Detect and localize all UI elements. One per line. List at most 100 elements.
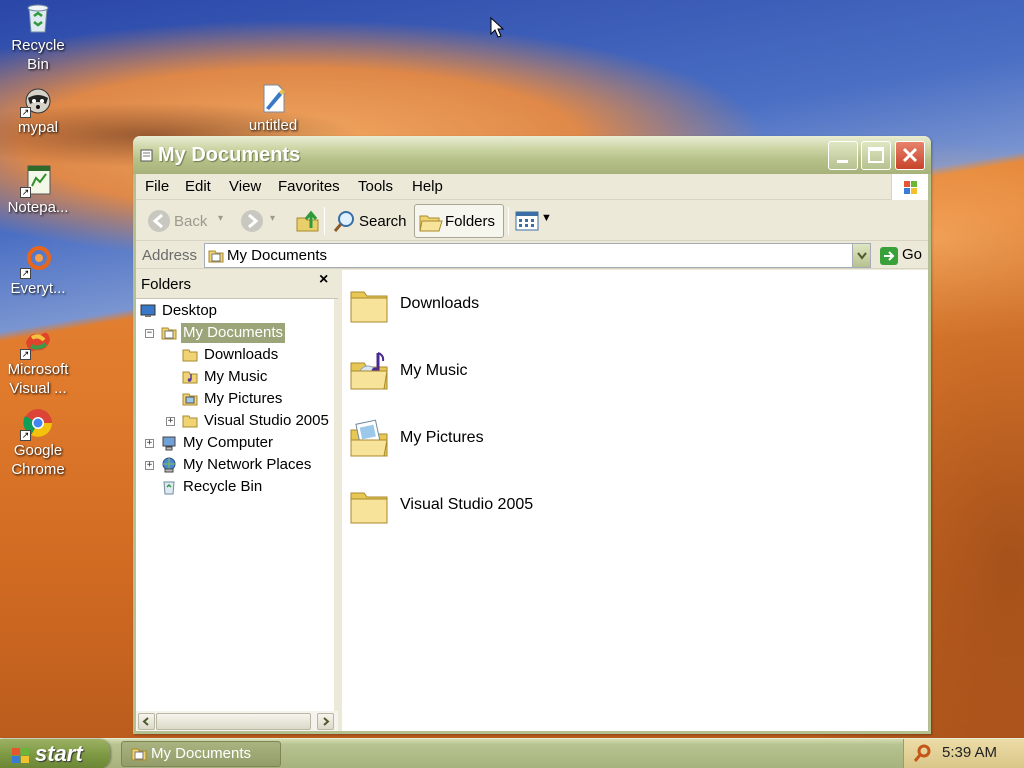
- search-label: Search: [359, 213, 407, 230]
- start-button[interactable]: start: [0, 739, 110, 768]
- address-bar: Address My Documents Go: [136, 242, 928, 269]
- chevron-left-icon: [142, 717, 149, 726]
- expand-toggle[interactable]: +: [166, 417, 175, 426]
- my-documents-icon: [208, 250, 224, 263]
- up-folder-button[interactable]: [294, 206, 322, 236]
- views-dropdown-icon: ▼: [541, 212, 552, 224]
- go-label: Go: [902, 246, 923, 263]
- back-arrow-icon: [148, 210, 170, 232]
- menu-tools[interactable]: Tools: [358, 178, 393, 195]
- taskbar: start My Documents 5:39 AM: [0, 738, 1024, 768]
- go-button[interactable]: Go: [877, 244, 927, 267]
- shortcut-arrow-icon: ↗: [20, 268, 31, 279]
- my-documents-icon: [161, 327, 177, 340]
- desktop-icon-untitled[interactable]: untitled: [235, 82, 311, 135]
- windows-flag-icon: [12, 748, 29, 763]
- menu-file[interactable]: File: [145, 178, 169, 195]
- taskbar-button-my-documents[interactable]: My Documents: [121, 741, 281, 767]
- scrollbar-thumb[interactable]: [156, 713, 311, 730]
- tree-item-my-documents[interactable]: − My Documents: [145, 323, 331, 344]
- window-title: My Documents: [158, 144, 301, 166]
- desktop-icon-everything[interactable]: ↗ Everyt...: [0, 245, 76, 298]
- back-button[interactable]: Back ▾: [144, 207, 224, 235]
- menu-help[interactable]: Help: [412, 178, 443, 195]
- desktop-icon-label: untitled: [248, 117, 298, 134]
- folder-icon: [350, 492, 388, 524]
- scroll-right-button[interactable]: [317, 713, 334, 730]
- title-bar[interactable]: My Documents: [133, 136, 931, 174]
- go-arrow-icon: [880, 247, 898, 265]
- music-folder-icon: [182, 371, 198, 384]
- expand-toggle[interactable]: +: [145, 439, 154, 448]
- maximize-button[interactable]: [861, 141, 891, 170]
- folders-button[interactable]: Folders: [414, 204, 504, 238]
- my-documents-icon: [140, 149, 153, 162]
- address-value: My Documents: [227, 247, 328, 264]
- windows-logo-icon: [891, 174, 928, 200]
- desktop-icon-label: Recycle Bin: [11, 37, 65, 73]
- address-input[interactable]: My Documents: [204, 243, 871, 268]
- views-button[interactable]: ▼: [512, 207, 552, 235]
- content-item-my-pictures[interactable]: My Pictures: [348, 416, 648, 464]
- menu-edit[interactable]: Edit: [185, 178, 211, 195]
- minimize-icon: [837, 160, 848, 163]
- collapse-toggle[interactable]: −: [145, 329, 154, 338]
- content-item-my-music[interactable]: My Music: [348, 349, 648, 397]
- computer-icon: [162, 436, 176, 451]
- search-icon: [333, 211, 354, 232]
- menu-view[interactable]: View: [229, 178, 261, 195]
- tree-item-label: Recycle Bin: [183, 478, 263, 495]
- desktop-icon-google-chrome[interactable]: ↗ Google Chrome: [0, 407, 76, 479]
- recycle-bin-icon: [22, 2, 54, 34]
- paint-document-icon: [257, 82, 289, 114]
- chevron-down-icon: [857, 252, 867, 260]
- desktop-icon-notepad[interactable]: ↗ Notepa...: [0, 164, 76, 217]
- taskbar-button-label: My Documents: [151, 745, 252, 762]
- content-item-label: My Pictures: [400, 429, 484, 446]
- desktop-icon-label: Microsoft Visual ...: [7, 361, 69, 397]
- tree-item-label: Desktop: [162, 302, 218, 319]
- folder-icon: [182, 415, 198, 428]
- tree-item-label: Downloads: [204, 346, 279, 363]
- menu-favorites[interactable]: Favorites: [278, 178, 340, 195]
- visual-studio-icon: ↗: [20, 326, 54, 360]
- tree-item-label: My Documents: [181, 323, 286, 343]
- tree-item-label: My Computer: [183, 434, 274, 451]
- expand-toggle[interactable]: +: [145, 461, 154, 470]
- recycle-bin-icon: [163, 481, 175, 495]
- forward-button[interactable]: ▾: [240, 207, 284, 235]
- back-dropdown-icon: ▾: [218, 213, 224, 224]
- network-icon: [162, 457, 176, 473]
- content-item-label: Visual Studio 2005: [400, 496, 534, 513]
- desktop-icon: [140, 304, 156, 317]
- content-item-downloads[interactable]: Downloads: [348, 282, 648, 330]
- explorer-window: My Documents File Edit View Favorites To…: [133, 136, 931, 734]
- raccoon-icon: ↗: [20, 84, 54, 118]
- address-dropdown-button[interactable]: [852, 244, 870, 267]
- views-icon: [515, 211, 539, 231]
- close-folders-pane-icon[interactable]: ×: [319, 271, 328, 289]
- tree-item-label: My Pictures: [204, 390, 283, 407]
- content-pane: Downloads My Music My Pictures Visual St…: [342, 270, 928, 731]
- close-button[interactable]: [895, 141, 925, 170]
- pictures-folder-icon: [182, 393, 198, 406]
- desktop-icon-mypal[interactable]: ↗ mypal: [0, 84, 76, 137]
- start-label: start: [35, 741, 83, 766]
- system-tray: 5:39 AM: [903, 739, 1024, 768]
- minimize-button[interactable]: [828, 141, 858, 170]
- horizontal-scrollbar[interactable]: [136, 711, 338, 731]
- tree-item-label: Visual Studio 2005: [204, 412, 329, 429]
- content-item-label: Downloads: [400, 295, 480, 312]
- desktop-icon-visual-studio[interactable]: ↗ Microsoft Visual ...: [0, 326, 76, 398]
- clock: 5:39 AM: [942, 744, 998, 761]
- search-tray-icon[interactable]: [912, 743, 932, 763]
- shortcut-arrow-icon: ↗: [20, 187, 31, 198]
- forward-dropdown-icon: ▾: [270, 213, 276, 224]
- music-folder-icon: [350, 352, 388, 390]
- desktop-icon-recycle-bin[interactable]: Recycle Bin: [0, 2, 76, 74]
- search-button[interactable]: Search: [330, 206, 410, 236]
- address-label: Address: [142, 247, 198, 264]
- everything-search-icon: ↗: [20, 245, 54, 279]
- scroll-left-button[interactable]: [138, 713, 155, 730]
- content-item-visual-studio-2005[interactable]: Visual Studio 2005: [348, 483, 648, 531]
